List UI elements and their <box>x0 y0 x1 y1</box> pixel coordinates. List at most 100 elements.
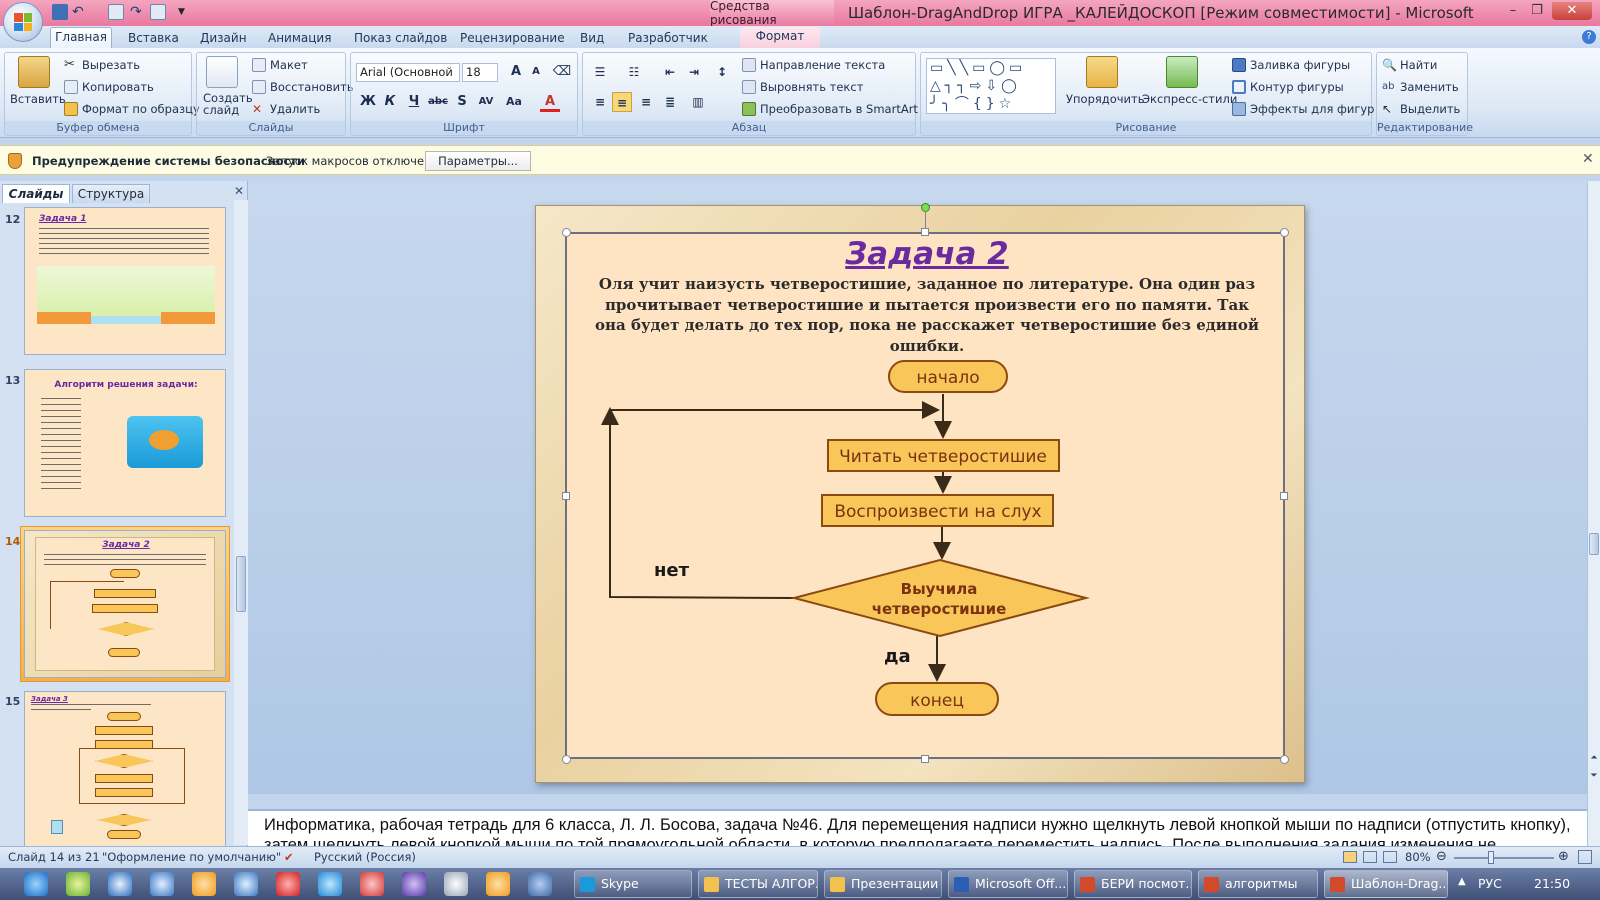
underline-icon[interactable]: Ч <box>404 92 424 112</box>
tab-view[interactable]: Вид <box>580 29 604 48</box>
clock[interactable]: 21:50 <box>1534 876 1570 891</box>
justify-icon[interactable]: ≣ <box>660 92 680 112</box>
slide-thumbnail[interactable]: Алгоритм решения задачи: <box>24 369 226 517</box>
resize-handle[interactable] <box>921 755 929 763</box>
resize-handle[interactable] <box>1280 228 1289 237</box>
print-preview-icon[interactable] <box>108 4 124 20</box>
taskbar-powerpoint-active[interactable]: Шаблон-Drag... <box>1324 870 1448 898</box>
slide-thumbnail-selected[interactable]: Задача 2 <box>24 530 226 678</box>
customize-qat-icon[interactable]: ▼ <box>178 4 194 20</box>
tab-home[interactable]: Главная <box>50 27 112 48</box>
taskbar-beri[interactable]: БЕРИ посмот... <box>1074 870 1192 898</box>
zoom-slider[interactable] <box>1454 857 1554 859</box>
quick-styles-icon[interactable] <box>1166 56 1198 88</box>
shrink-font-icon[interactable]: A <box>526 62 546 82</box>
taskbar-presentations[interactable]: Презентации <box>824 870 942 898</box>
arrange-button[interactable]: Упорядочить <box>1066 92 1145 106</box>
find-button[interactable]: Найти <box>1400 58 1437 72</box>
copy-button[interactable]: Копировать <box>82 80 154 94</box>
close-security-icon[interactable]: ✕ <box>1582 151 1594 167</box>
slide-problem-text[interactable]: Оля учит наизусть четверостишие, заданно… <box>591 274 1263 356</box>
tab-slides[interactable]: Слайды <box>2 184 70 203</box>
save-icon[interactable] <box>52 4 68 20</box>
font-name-combo[interactable]: Arial (Основной <box>356 63 460 82</box>
slide-thumbnail[interactable]: Задача 1 <box>24 207 226 355</box>
tab-developer[interactable]: Разработчик <box>628 29 708 48</box>
zoom-out-icon[interactable]: ⊖ <box>1436 849 1447 864</box>
taskbar-tests[interactable]: ТЕСТЫ АЛГОР... <box>698 870 818 898</box>
select-button[interactable]: Выделить <box>1400 102 1460 116</box>
line-spacing-icon[interactable]: ↕ <box>712 62 732 82</box>
font-size-combo[interactable]: 18 <box>462 63 498 82</box>
minimize-icon[interactable]: – <box>1502 2 1524 20</box>
close-window-icon[interactable]: ✕ <box>1552 2 1592 20</box>
odnoklassniki-icon[interactable] <box>486 872 510 896</box>
tab-outline[interactable]: Структура <box>72 184 150 203</box>
resize-handle[interactable] <box>1280 492 1288 500</box>
columns-icon[interactable]: ▥ <box>688 92 708 112</box>
speaker-icon[interactable] <box>234 872 258 896</box>
font-color-icon[interactable]: A <box>540 92 560 112</box>
language-status[interactable]: Русский (Россия) <box>314 850 416 864</box>
delete-slide-button[interactable]: Удалить <box>270 102 320 116</box>
resize-handle[interactable] <box>562 755 571 764</box>
grow-font-icon[interactable]: A <box>506 62 526 82</box>
app-icon[interactable] <box>402 872 426 896</box>
bullets-icon[interactable]: ☰ <box>590 62 610 82</box>
align-center-icon[interactable]: ≡ <box>612 92 632 112</box>
zoom-in-icon[interactable]: ⊕ <box>1558 849 1569 864</box>
tab-insert[interactable]: Вставка <box>128 29 179 48</box>
scrollbar-thumb[interactable] <box>236 556 246 612</box>
help-icon[interactable]: ? <box>1582 30 1596 44</box>
shape-effects-button[interactable]: Эффекты для фигур <box>1250 102 1374 116</box>
cut-button[interactable]: Вырезать <box>82 58 140 72</box>
paste-button[interactable]: Вставить <box>10 92 66 106</box>
normal-view-icon[interactable] <box>1343 851 1357 863</box>
notes-pane[interactable]: Информатика, рабочая тетрадь для 6 класс… <box>248 809 1587 846</box>
zoom-level[interactable]: 80% <box>1405 850 1431 864</box>
italic-icon[interactable]: К <box>380 92 400 112</box>
numbering-icon[interactable]: ☷ <box>624 62 644 82</box>
format-painter-button[interactable]: Формат по образцу <box>82 102 200 116</box>
zoom-slider-thumb[interactable] <box>1488 851 1494 864</box>
yandex-icon[interactable] <box>360 872 384 896</box>
shape-fill-button[interactable]: Заливка фигуры <box>1250 58 1350 72</box>
align-text-button[interactable]: Выровнять текст <box>760 80 863 94</box>
tab-slideshow[interactable]: Показ слайдов <box>354 29 447 48</box>
shapes-gallery[interactable]: ▭╲╲▭◯▭ △┐┐⇨⇩◯ ╯╮⌒{}☆ <box>926 58 1056 114</box>
paste-icon[interactable] <box>18 56 50 88</box>
office-button[interactable] <box>3 2 43 42</box>
new-slide-button[interactable]: Создать слайд <box>203 92 253 116</box>
bold-icon[interactable]: Ж <box>358 92 378 112</box>
taskbar-word[interactable]: Microsoft Off... <box>948 870 1068 898</box>
arrange-icon[interactable] <box>1086 56 1118 88</box>
replace-button[interactable]: Заменить <box>1400 80 1459 94</box>
slide-thumbnail[interactable]: Задача 3 <box>24 691 226 849</box>
slide-title[interactable]: Задача 2 <box>567 236 1287 272</box>
taskbar-skype[interactable]: Skype <box>574 870 692 898</box>
new-slide-icon[interactable] <box>206 56 238 88</box>
increase-indent-icon[interactable]: ⇥ <box>684 62 704 82</box>
redo-icon[interactable]: ↷ <box>130 4 146 20</box>
clear-format-icon[interactable]: ⌫ <box>552 62 572 82</box>
shadow-icon[interactable]: S <box>452 92 472 112</box>
restore-icon[interactable]: ❐ <box>1526 2 1548 20</box>
app-icon[interactable] <box>192 872 216 896</box>
strikethrough-icon[interactable]: abc <box>428 92 448 112</box>
resize-handle[interactable] <box>562 228 571 237</box>
quick-styles-button[interactable]: Экспресс-стили <box>1142 92 1237 106</box>
tab-animation[interactable]: Анимация <box>268 29 331 48</box>
slide-sorter-icon[interactable] <box>1363 851 1377 863</box>
smartart-button[interactable]: Преобразовать в SmartArt <box>760 102 918 116</box>
undo-icon[interactable]: ↶ <box>72 4 88 20</box>
fit-to-window-icon[interactable] <box>1578 850 1592 864</box>
app-icon[interactable] <box>108 872 132 896</box>
text-direction-button[interactable]: Направление текста <box>760 58 885 72</box>
vk-icon[interactable] <box>528 872 552 896</box>
chrome-icon[interactable] <box>66 872 90 896</box>
quick-print-icon[interactable] <box>150 4 166 20</box>
close-pane-icon[interactable]: ✕ <box>234 184 244 198</box>
decrease-indent-icon[interactable]: ⇤ <box>660 62 680 82</box>
editor-scrollbar[interactable]: ⏶ ⏷ <box>1587 181 1600 846</box>
change-case-icon[interactable]: Aa <box>504 92 524 112</box>
